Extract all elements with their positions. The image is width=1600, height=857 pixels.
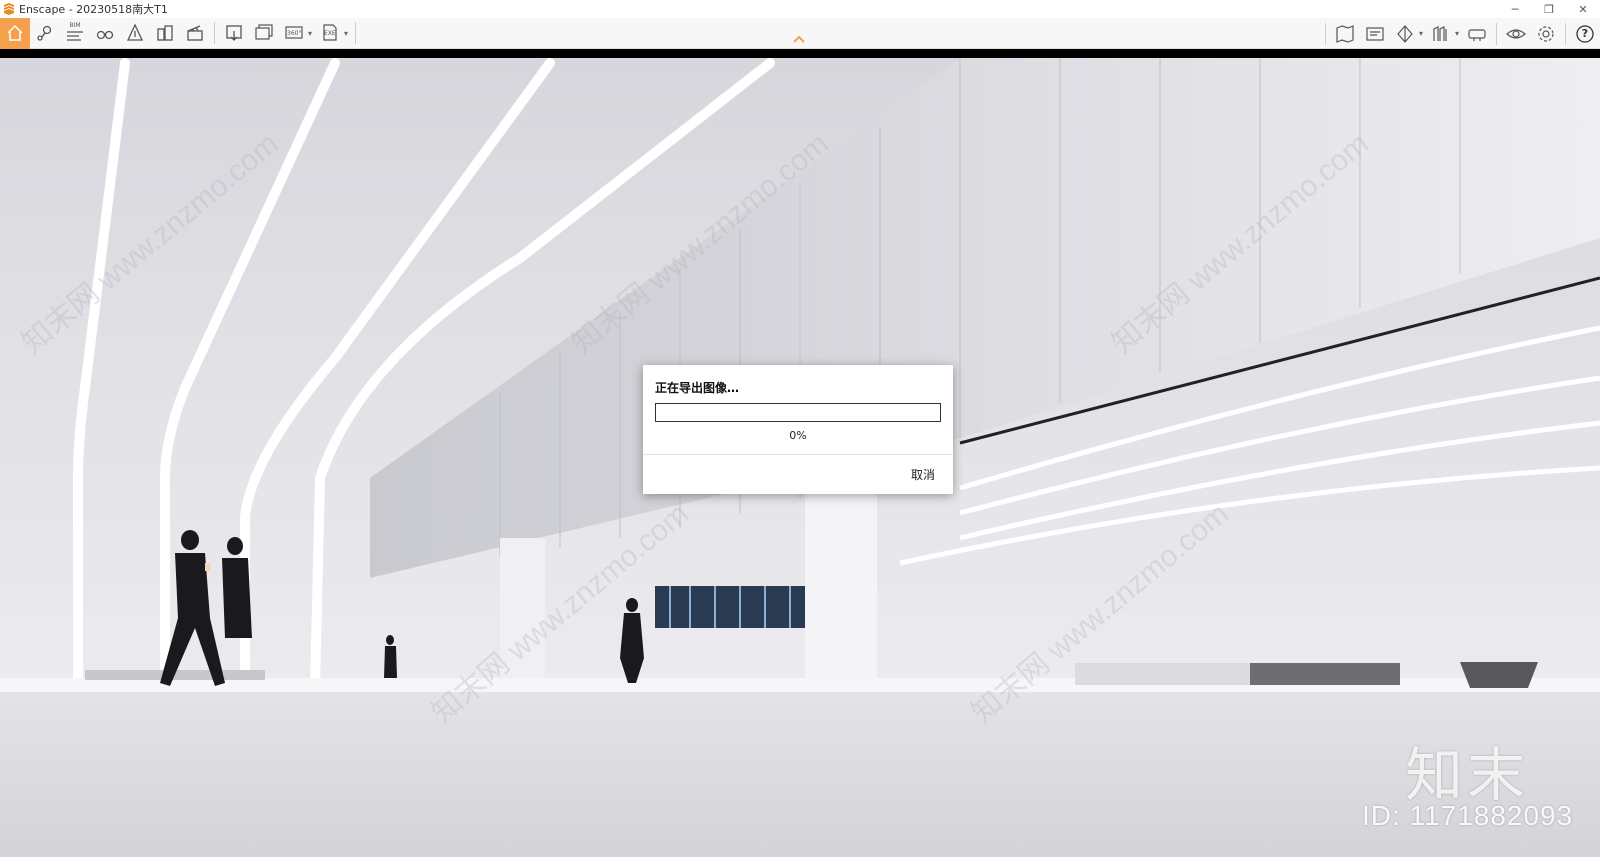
panorama-label: 360° (287, 29, 302, 37)
toolbar-right: ▾ ▾ ? (1321, 18, 1600, 49)
map-icon (1336, 24, 1354, 43)
toolbar-separator (355, 22, 356, 44)
home-button[interactable] (0, 17, 30, 49)
screenshot-button[interactable] (219, 18, 249, 49)
site-context-button[interactable] (150, 18, 180, 49)
help-label: ? (1581, 27, 1589, 40)
screenshot-export-icon (226, 25, 242, 41)
bim-icon (67, 31, 83, 41)
enscape-logo-icon (4, 3, 14, 15)
minimize-button[interactable]: ─ (1498, 0, 1532, 18)
cancel-button[interactable]: 取消 (911, 466, 935, 483)
close-button[interactable]: ✕ (1566, 0, 1600, 18)
toolbar-separator (214, 22, 215, 44)
exe-export-button[interactable]: EXE (315, 18, 345, 49)
help-button[interactable]: ? (1570, 18, 1600, 49)
map-button[interactable] (1330, 18, 1360, 49)
clapper-icon (187, 25, 203, 41)
toolbar-separator (1496, 22, 1497, 45)
material-dropdown[interactable]: ▾ (1452, 18, 1462, 49)
collapse-toolbar-icon[interactable] (792, 33, 806, 45)
material-icon (1433, 25, 1447, 41)
navigation-icon (126, 23, 144, 41)
video-editor-button[interactable] (180, 18, 210, 49)
vr-icon (1468, 28, 1486, 41)
binoculars-icon (96, 30, 114, 40)
location-button[interactable] (30, 18, 60, 49)
window-controls: ─ ❐ ✕ (1498, 0, 1600, 18)
restore-button[interactable]: ❐ (1532, 0, 1566, 18)
panorama-button[interactable]: 360° (279, 18, 309, 49)
id-watermark: ID: 1171882093 (1362, 800, 1574, 831)
home-icon (7, 24, 23, 41)
progress-percent: 0% (789, 429, 807, 442)
viewport-border (0, 49, 1600, 58)
settings-button[interactable] (1531, 18, 1561, 49)
buildings-icon (157, 25, 173, 41)
visibility-icon (1506, 28, 1526, 39)
dialog-title: 正在导出图像… (655, 381, 740, 395)
batch-export-icon (255, 24, 273, 40)
view-mode-dropdown[interactable]: ▾ (1416, 18, 1426, 49)
asset-library-button[interactable] (1360, 18, 1390, 49)
bim-button[interactable]: BIM (60, 18, 90, 49)
views-button[interactable] (90, 18, 120, 49)
dialog-divider (643, 454, 953, 455)
export-progress-dialog: 正在导出图像… 0% 取消 (643, 365, 953, 494)
settings-icon (1538, 25, 1554, 42)
vr-button[interactable] (1462, 18, 1492, 49)
visibility-button[interactable] (1501, 18, 1531, 49)
asset-library-icon (1366, 26, 1384, 41)
toolbar-separator (1565, 22, 1566, 45)
toolbar-separator (1325, 22, 1326, 45)
view-mode-icon (1397, 24, 1413, 43)
batch-render-button[interactable] (249, 18, 279, 49)
navigation-button[interactable] (120, 18, 150, 49)
location-icon (37, 25, 52, 41)
export-progress-bar (655, 403, 941, 422)
exe-label: EXE (324, 29, 336, 37)
window-title: Enscape - 20230518南大T1 (19, 3, 168, 16)
title-bar: Enscape - 20230518南大T1 ─ ❐ ✕ (0, 0, 1600, 18)
